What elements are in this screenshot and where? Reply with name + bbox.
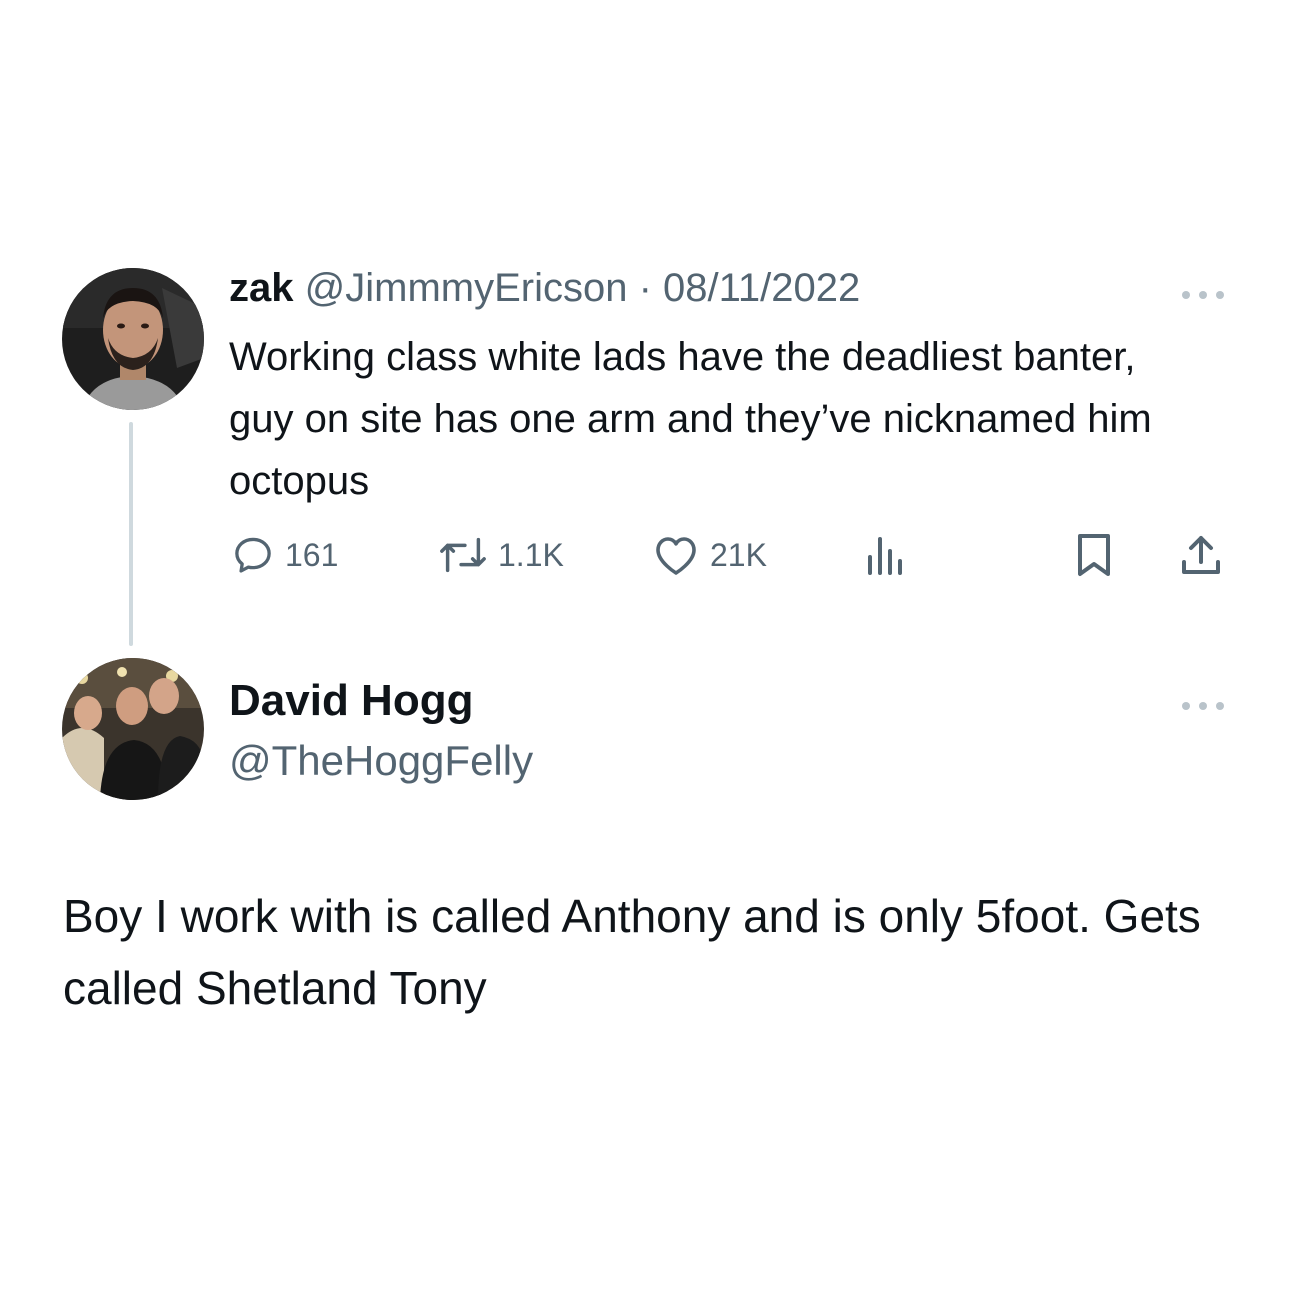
analytics-icon: [864, 533, 908, 577]
author-display-name[interactable]: zak: [229, 266, 294, 310]
david-hogg-avatar[interactable]: [62, 658, 204, 800]
views-action[interactable]: [864, 530, 908, 580]
reply-tweet-text: Boy I work with is called Anthony and is…: [63, 890, 1201, 1014]
header-separator: ·: [638, 266, 652, 310]
share-icon: [1178, 532, 1224, 578]
reply-icon: [231, 533, 275, 577]
tweet-text: Working class white lads have the deadli…: [229, 335, 1152, 503]
reply-action[interactable]: 161: [231, 530, 338, 580]
tweet-date[interactable]: 08/11/2022: [663, 266, 860, 310]
reply-author-display-name[interactable]: David Hogg: [229, 673, 473, 729]
bookmark-action[interactable]: [1074, 530, 1114, 580]
retweet-count: 1.1K: [498, 536, 564, 573]
reply-author-handle[interactable]: @TheHoggFelly: [229, 733, 533, 789]
like-action[interactable]: 21K: [652, 530, 767, 580]
like-count: 21K: [710, 536, 767, 573]
reply-more-options-icon[interactable]: [1180, 693, 1226, 713]
reply-count: 161: [285, 536, 339, 573]
share-action[interactable]: [1178, 530, 1224, 580]
bookmark-icon: [1074, 532, 1114, 578]
more-options-icon[interactable]: [1180, 282, 1226, 302]
retweet-icon: [438, 533, 488, 577]
heart-icon: [652, 533, 700, 577]
zak-avatar[interactable]: [62, 268, 204, 410]
tweet-header: zak @JimmmyEricson · 08/11/2022: [229, 262, 860, 314]
retweet-action[interactable]: 1.1K: [438, 530, 564, 580]
author-handle[interactable]: @JimmmyEricson: [305, 266, 628, 310]
thread-connector-line: [129, 422, 133, 646]
